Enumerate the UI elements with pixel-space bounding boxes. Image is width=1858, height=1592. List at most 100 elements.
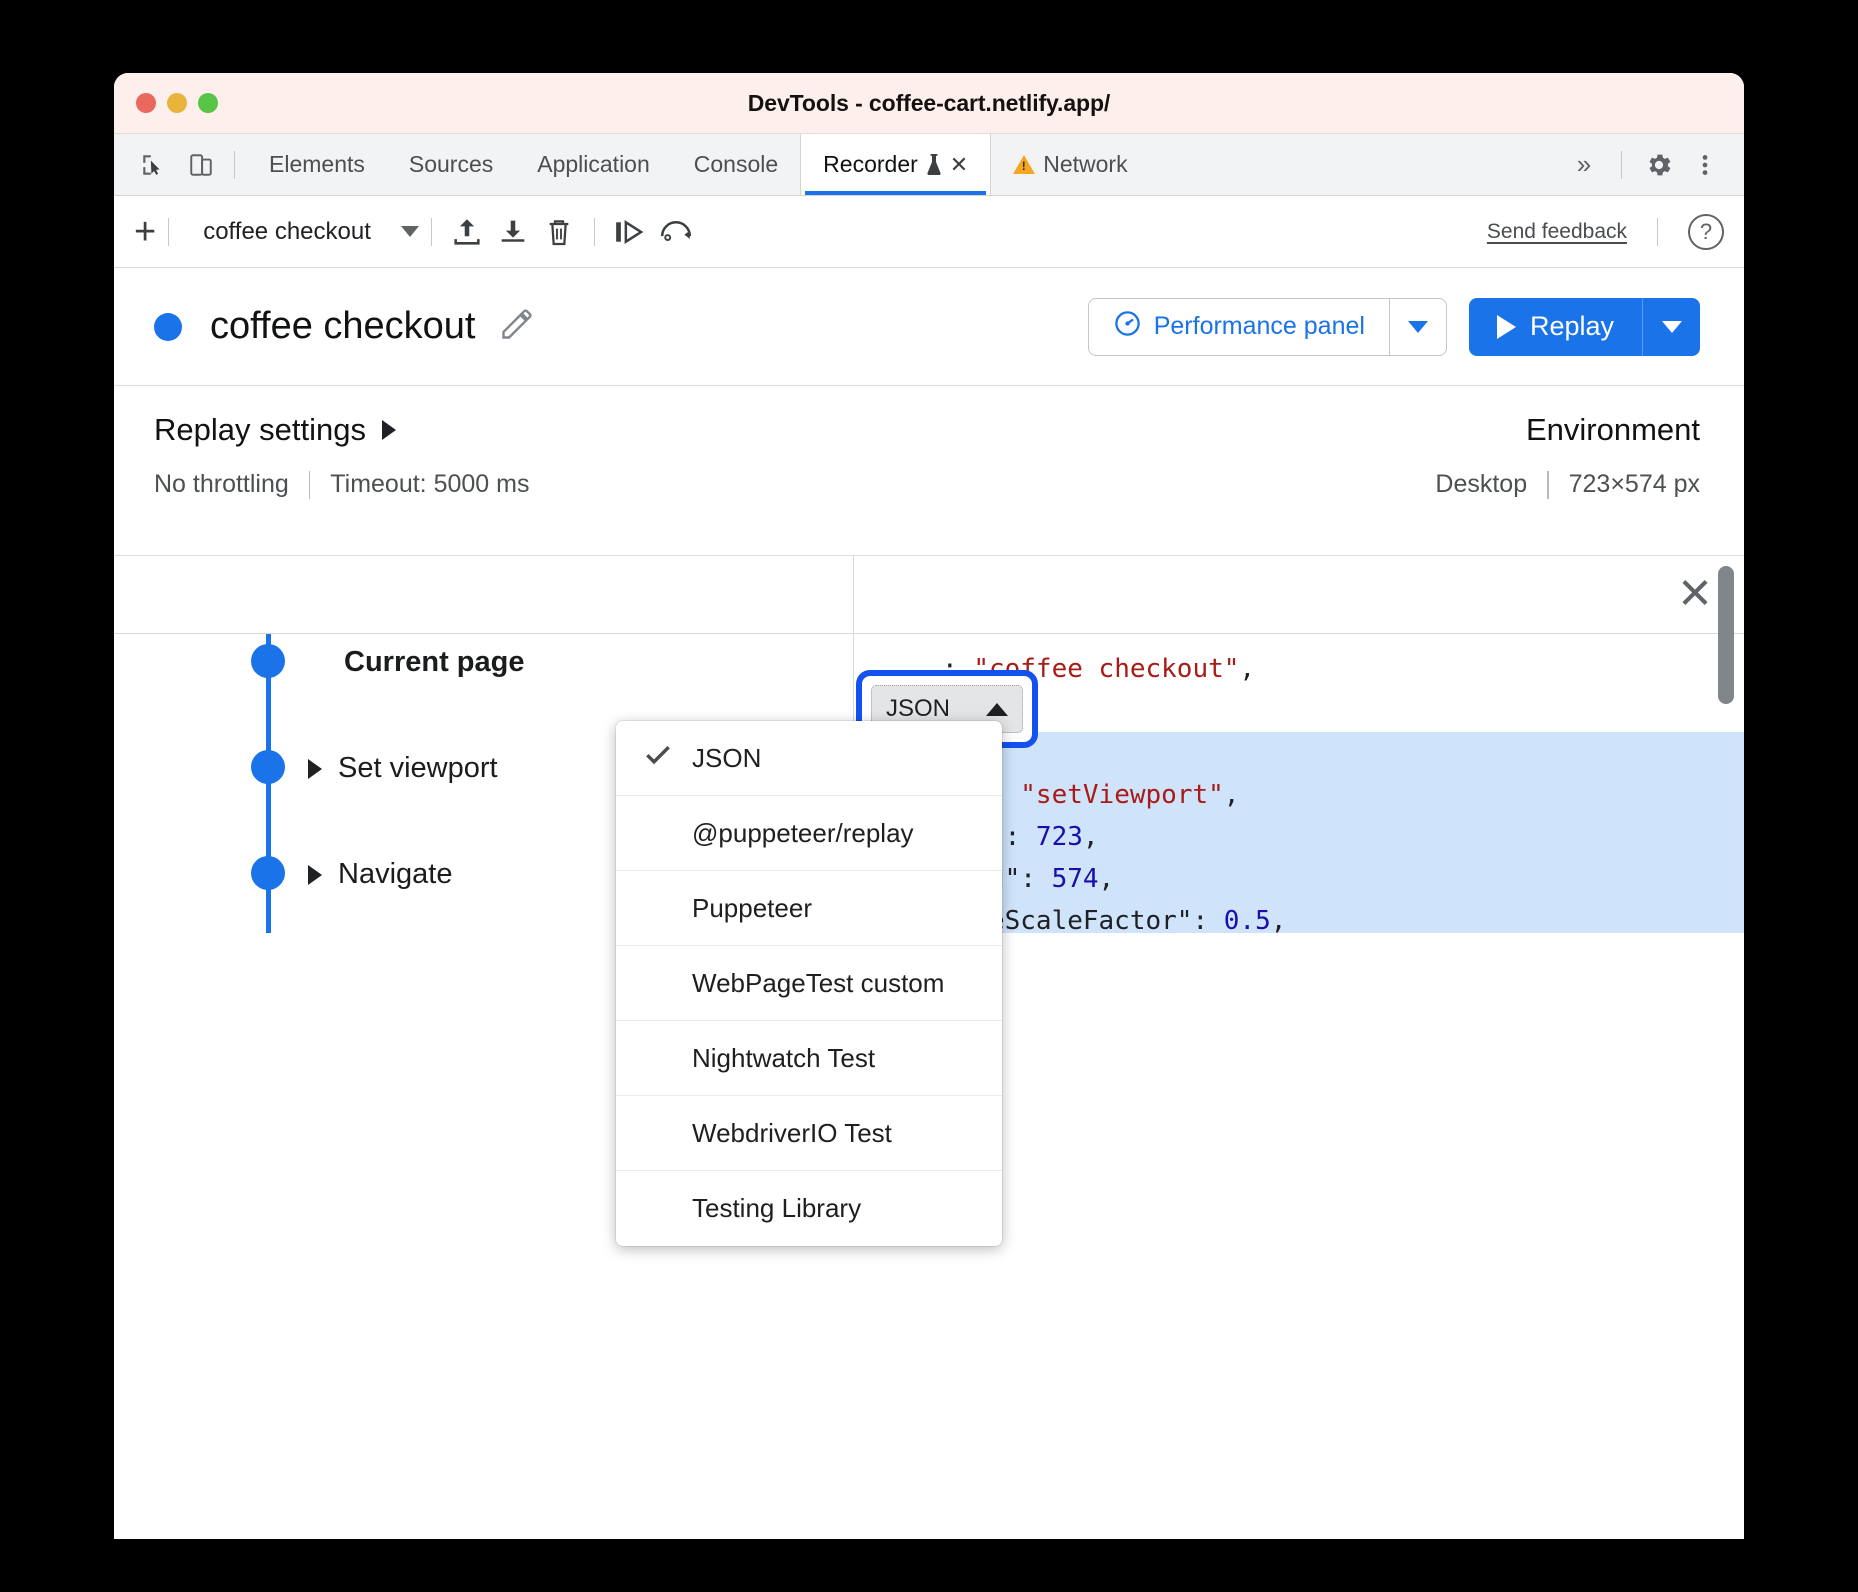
traffic-lights (136, 93, 218, 113)
experiment-flask-icon (926, 154, 942, 176)
format-select-value: JSON (886, 695, 950, 723)
tab-sources-label: Sources (409, 151, 493, 178)
menu-item-label: @puppeteer/replay (692, 818, 914, 849)
menu-item-puppeteer[interactable]: Puppeteer (616, 871, 1002, 946)
throttling-value: No throttling (154, 470, 289, 499)
menu-item-label: WebPageTest custom (692, 968, 944, 999)
chevron-down-icon[interactable] (401, 226, 419, 237)
close-icon[interactable] (1676, 573, 1714, 616)
menu-item-puppeteer-replay[interactable]: @puppeteer/replay (616, 796, 1002, 871)
toolbar-divider-3 (594, 218, 595, 246)
performance-panel-group: Performance panel (1088, 298, 1447, 356)
chevron-right-icon (382, 420, 396, 440)
code-scrollbar[interactable] (1718, 566, 1734, 704)
menu-item-webdriverio-test[interactable]: WebdriverIO Test (616, 1096, 1002, 1171)
menu-item-testing-library[interactable]: Testing Library (616, 1171, 1002, 1246)
export-icon[interactable] (444, 209, 490, 255)
window-titlebar: DevTools - coffee-cart.netlify.app/ (114, 73, 1744, 134)
toolbar-divider-2 (431, 218, 432, 246)
replay-settings-label: Replay settings (154, 412, 366, 448)
replay-group: Replay (1469, 298, 1700, 356)
replay-settings-summary: No throttling Timeout: 5000 ms (154, 470, 529, 499)
warning-icon (1013, 155, 1035, 174)
tab-application-label: Application (537, 151, 650, 178)
tab-console-label: Console (694, 151, 778, 178)
tab-recorder[interactable]: Recorder ✕ (800, 134, 991, 195)
create-recording-button[interactable]: + (134, 213, 156, 251)
replay-speed-icon[interactable] (653, 209, 699, 255)
menu-item-label: Puppeteer (692, 893, 812, 924)
devtools-tabbar: Elements Sources Application Console Rec… (114, 134, 1744, 196)
step-title: Current page (344, 646, 524, 679)
gear-icon[interactable] (1638, 144, 1680, 186)
menu-item-label: Nightwatch Test (692, 1043, 875, 1074)
performance-panel-dropdown[interactable] (1389, 298, 1447, 356)
devtools-window: DevTools - coffee-cart.netlify.app/ (114, 73, 1744, 1539)
tabbar-right-divider (1621, 151, 1622, 179)
tab-sources[interactable]: Sources (387, 134, 515, 195)
step-dot (251, 750, 285, 784)
window-title: DevTools - coffee-cart.netlify.app/ (114, 90, 1744, 117)
menu-item-webpagetest-custom[interactable]: WebPageTest custom (616, 946, 1002, 1021)
tab-application[interactable]: Application (515, 134, 672, 195)
menu-item-nightwatch-test[interactable]: Nightwatch Test (616, 1021, 1002, 1096)
tab-network[interactable]: Network (991, 134, 1149, 195)
maximize-window-button[interactable] (198, 93, 218, 113)
step-dot (251, 856, 285, 890)
close-recorder-tab-icon[interactable]: ✕ (950, 154, 968, 176)
tab-recorder-label: Recorder (823, 151, 918, 178)
divider (1547, 471, 1549, 499)
toolbar-right-group: Send feedback ? (1487, 214, 1724, 250)
code-line-highlighted: pe": "setViewport", dth": 723, ight": 57… (942, 732, 1744, 933)
replay-settings-toggle[interactable]: Replay settings (154, 412, 529, 448)
close-window-button[interactable] (136, 93, 156, 113)
chevron-up-icon (986, 703, 1008, 716)
inspect-icon[interactable] (132, 144, 174, 186)
toolbar-divider-4 (1657, 218, 1658, 246)
import-icon[interactable] (490, 209, 536, 255)
menu-item-label: Testing Library (692, 1193, 861, 1224)
tab-elements[interactable]: Elements (247, 134, 387, 195)
tab-network-label: Network (1043, 151, 1127, 178)
code-pane-header (854, 556, 1744, 634)
timeout-value: Timeout: 5000 ms (330, 470, 529, 499)
performance-panel-button[interactable]: Performance panel (1088, 298, 1389, 356)
performance-icon (1113, 309, 1142, 345)
expand-step-icon[interactable] (308, 759, 322, 779)
step-body: Current page (344, 644, 524, 679)
performance-panel-label: Performance panel (1154, 312, 1365, 341)
step-body: Set viewport (344, 750, 498, 785)
recording-header-actions: Performance panel Replay (1088, 298, 1700, 356)
recording-header: coffee checkout Performance panel (114, 268, 1744, 386)
tab-list: Elements Sources Application Console Rec… (247, 134, 1150, 195)
more-tabs-icon[interactable]: » (1563, 144, 1605, 186)
pencil-icon[interactable] (499, 306, 535, 347)
more-tabs-label: » (1577, 149, 1591, 180)
expand-step-icon[interactable] (308, 865, 322, 885)
recording-status-dot (154, 313, 182, 341)
tabbar-right-icons: » (1563, 134, 1744, 195)
page-title: coffee checkout (210, 305, 475, 348)
tab-console[interactable]: Console (672, 134, 800, 195)
step-over-icon[interactable] (607, 209, 653, 255)
replay-settings-column: Replay settings No throttling Timeout: 5… (154, 412, 529, 555)
replay-dropdown[interactable] (1642, 298, 1700, 356)
recording-select-label[interactable]: coffee checkout (203, 218, 371, 246)
more-options-icon[interactable] (1684, 144, 1726, 186)
chevron-down-icon (1408, 321, 1428, 333)
environment-summary: Desktop 723×574 px (1435, 470, 1700, 499)
menu-item-json[interactable]: JSON (616, 721, 1002, 796)
toolbar-divider-1 (168, 218, 169, 246)
step-body: Navigate (344, 856, 452, 891)
settings-row: Replay settings No throttling Timeout: 5… (114, 386, 1744, 556)
check-icon (642, 739, 674, 778)
minimize-window-button[interactable] (167, 93, 187, 113)
send-feedback-link[interactable]: Send feedback (1487, 220, 1627, 244)
delete-icon[interactable] (536, 209, 582, 255)
help-icon[interactable]: ? (1688, 214, 1724, 250)
tabbar-left-icons (114, 134, 222, 195)
replay-button[interactable]: Replay (1469, 298, 1642, 356)
steps-pane-header (114, 556, 853, 634)
device-toolbar-icon[interactable] (180, 144, 222, 186)
play-icon (1497, 315, 1516, 339)
